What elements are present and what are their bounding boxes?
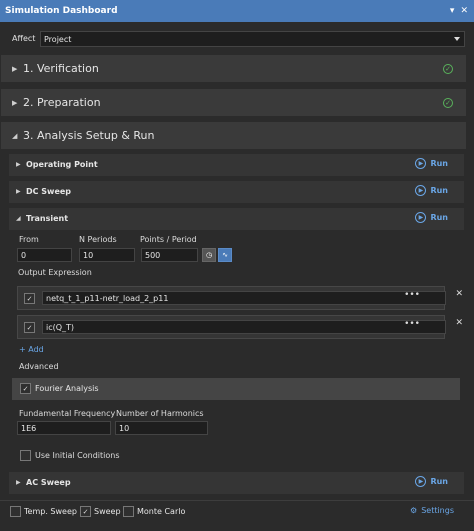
- harmonics-value: 10: [119, 423, 130, 433]
- expression-checkbox[interactable]: ✓: [24, 322, 35, 333]
- sweep-toggle[interactable]: ✓ Sweep: [80, 506, 121, 517]
- from-field[interactable]: 0: [17, 248, 72, 262]
- more-icon[interactable]: •••: [404, 290, 420, 300]
- analysis-title: DC Sweep: [26, 187, 72, 196]
- run-label: Run: [430, 213, 448, 222]
- run-label: Run: [430, 159, 448, 168]
- expression-value: ic(Q_T): [46, 322, 75, 332]
- sweep-label: Sweep: [94, 507, 121, 516]
- output-expression-row: ✓ ic(Q_T) •••: [17, 315, 446, 339]
- temp-sweep-label: Temp. Sweep: [24, 507, 77, 516]
- analysis-operating-point[interactable]: ▶ Operating Point ▶ Run: [9, 154, 464, 176]
- analysis-title: Operating Point: [26, 160, 98, 169]
- fourier-label: Fourier Analysis: [35, 384, 99, 393]
- points-per-period-label: Points / Period: [140, 235, 197, 244]
- points-value: 500: [145, 250, 161, 260]
- analysis-title: AC Sweep: [26, 478, 71, 487]
- affect-select[interactable]: Project: [40, 31, 465, 47]
- caret-down-icon: ◢: [16, 215, 21, 222]
- run-button[interactable]: ▶ Run: [415, 185, 448, 196]
- n-periods-field[interactable]: 10: [79, 248, 135, 262]
- settings-button[interactable]: ⚙ Settings: [410, 506, 454, 515]
- expression-value: netq_t_1_p11-netr_load_2_p11: [46, 293, 169, 303]
- section-title: 1. Verification: [23, 62, 99, 75]
- check-circle-icon: ✓: [443, 63, 453, 74]
- monte-carlo-checkbox[interactable]: [123, 506, 134, 517]
- section-analysis-setup[interactable]: ◢ 3. Analysis Setup & Run: [1, 122, 466, 149]
- number-of-harmonics-label: Number of Harmonics: [116, 409, 204, 418]
- more-icon[interactable]: •••: [404, 319, 420, 329]
- affect-row: Affect Project: [0, 29, 474, 49]
- run-label: Run: [430, 186, 448, 195]
- run-button[interactable]: ▶ Run: [415, 158, 448, 169]
- section-verification[interactable]: ▶ 1. Verification ✓: [1, 55, 466, 82]
- fourier-analysis-row[interactable]: ✓ Fourier Analysis: [12, 378, 460, 400]
- run-button[interactable]: ▶ Run: [415, 212, 448, 223]
- clock-icon[interactable]: ◷: [202, 248, 216, 262]
- expression-input[interactable]: netq_t_1_p11-netr_load_2_p11: [42, 291, 446, 305]
- output-expression-row: ✓ netq_t_1_p11-netr_load_2_p11 •••: [17, 286, 446, 310]
- run-label: Run: [430, 477, 448, 486]
- analysis-title: Transient: [26, 214, 69, 223]
- analysis-transient[interactable]: ◢ Transient ▶ Run: [9, 208, 464, 230]
- window-title: Simulation Dashboard: [5, 6, 118, 16]
- fundamental-value: 1E6: [21, 423, 37, 433]
- add-expression-link[interactable]: + Add: [19, 345, 44, 354]
- sweep-checkbox[interactable]: ✓: [80, 506, 91, 517]
- caret-right-icon: ▶: [16, 188, 21, 195]
- from-value: 0: [21, 250, 27, 260]
- analysis-ac-sweep[interactable]: ▶ AC Sweep ▶ Run: [9, 472, 464, 494]
- pin-icon[interactable]: ▾: [450, 6, 455, 16]
- affect-value: Project: [44, 34, 72, 44]
- window-title-bar: Simulation Dashboard ▾ ✕: [0, 0, 474, 22]
- check-circle-icon: ✓: [443, 97, 453, 108]
- use-initial-conditions-label: Use Initial Conditions: [35, 451, 120, 460]
- monte-carlo-label: Monte Carlo: [137, 507, 186, 516]
- remove-expression-icon[interactable]: ✕: [455, 318, 463, 328]
- affect-label: Affect: [12, 34, 36, 43]
- section-preparation[interactable]: ▶ 2. Preparation ✓: [1, 89, 466, 116]
- footer-bar: Temp. Sweep ✓ Sweep Monte Carlo ⚙ Settin…: [0, 500, 474, 522]
- section-title: 3. Analysis Setup & Run: [23, 129, 155, 142]
- monte-carlo-toggle[interactable]: Monte Carlo: [123, 506, 185, 517]
- temp-sweep-checkbox[interactable]: [10, 506, 21, 517]
- n-periods-label: N Periods: [79, 235, 117, 244]
- caret-right-icon: ▶: [16, 161, 21, 168]
- use-initial-conditions-checkbox[interactable]: [20, 450, 31, 461]
- caret-right-icon: ▶: [12, 64, 18, 73]
- expression-input[interactable]: ic(Q_T): [42, 320, 446, 334]
- chevron-down-icon: [454, 37, 460, 41]
- waveform-icon[interactable]: ∿: [218, 248, 232, 262]
- close-icon[interactable]: ✕: [460, 6, 468, 16]
- settings-label: Settings: [421, 506, 454, 515]
- fundamental-frequency-field[interactable]: 1E6: [17, 421, 111, 435]
- output-expression-label: Output Expression: [18, 268, 92, 277]
- caret-right-icon: ▶: [16, 479, 21, 486]
- remove-expression-icon[interactable]: ✕: [455, 289, 463, 299]
- caret-right-icon: ▶: [12, 98, 18, 107]
- run-button[interactable]: ▶ Run: [415, 476, 448, 487]
- expression-checkbox[interactable]: ✓: [24, 293, 35, 304]
- points-per-period-field[interactable]: 500: [141, 248, 198, 262]
- section-title: 2. Preparation: [23, 96, 101, 109]
- play-icon: ▶: [415, 476, 427, 487]
- n-periods-value: 10: [83, 250, 94, 260]
- analysis-dc-sweep[interactable]: ▶ DC Sweep ▶ Run: [9, 181, 464, 203]
- fundamental-frequency-label: Fundamental Frequency: [19, 409, 116, 418]
- fourier-checkbox[interactable]: ✓: [20, 383, 31, 394]
- temp-sweep-toggle[interactable]: Temp. Sweep: [10, 506, 77, 517]
- play-icon: ▶: [415, 212, 427, 223]
- caret-down-icon: ◢: [12, 131, 18, 140]
- play-icon: ▶: [415, 158, 427, 169]
- from-label: From: [19, 235, 39, 244]
- advanced-label: Advanced: [19, 362, 59, 371]
- gear-icon: ⚙: [410, 506, 418, 515]
- number-of-harmonics-field[interactable]: 10: [115, 421, 208, 435]
- play-icon: ▶: [415, 185, 427, 196]
